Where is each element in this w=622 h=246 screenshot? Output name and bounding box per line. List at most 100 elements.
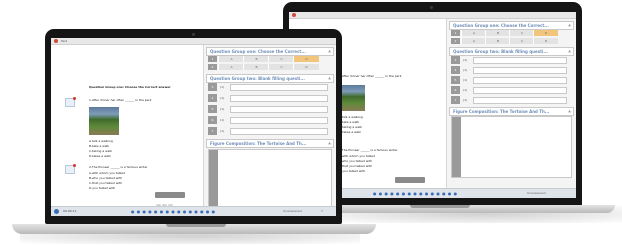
back-close-dot[interactable] (292, 13, 296, 17)
front-question-heading: Question Group one: Choose the Correct a… (89, 85, 171, 89)
front-q1-option-b: B.take a walk (89, 144, 110, 148)
back-answer-pane: Question Group one: Choose the Correct..… (447, 19, 576, 189)
front-choice-option-a[interactable]: A (218, 56, 244, 62)
front-fill-row-6-input[interactable] (230, 117, 328, 124)
front-choice-option-d[interactable]: D (293, 56, 319, 62)
front-q2-option-c: C.that you talked with (89, 181, 123, 185)
back-titlebar (289, 12, 576, 19)
back-fill-row-3-input[interactable] (473, 57, 567, 64)
back-fill-row-5: 5 (1) (451, 76, 571, 84)
front-choice-option-d[interactable]: D (293, 64, 319, 70)
front-group2-title: Question Group two: Blank filling questi… (210, 76, 305, 81)
front-q1-option-c: C.taking a walk (89, 149, 113, 153)
back-fill-row-6-input[interactable] (473, 87, 567, 94)
front-fill-row-5-input[interactable] (230, 106, 328, 113)
back-fill-row-6: 6 (1) (451, 86, 571, 94)
front-laptop-camera (192, 33, 195, 36)
front-fill-row-4-number: 4 (208, 94, 217, 102)
back-composition-area[interactable] (451, 116, 572, 178)
front-fill-row-4-label: (1) (220, 96, 225, 100)
front-group3-collapse-icon[interactable]: ▲ (328, 141, 331, 146)
back-fill-row-3-number: 3 (451, 56, 460, 64)
back-choice-option-c[interactable]: C (509, 30, 534, 36)
front-choice-option-a[interactable]: A (218, 64, 244, 70)
front-group2-header[interactable]: Question Group two: Blank filling questi… (206, 74, 334, 83)
front-composition-number (209, 150, 218, 206)
back-q2-option-c: C.that you talked with (339, 164, 373, 168)
back-group3-title: Figure Composition: The Tortoise And Th.… (453, 109, 550, 114)
back-fill-row-4: 4 (1) (451, 66, 571, 74)
back-fill-row-5-input[interactable] (473, 77, 567, 84)
back-group2-title: Question Group two: Blank filling questi… (453, 49, 548, 54)
front-taskbar: 00:09:11 ● ● ● ● ● ● ● ● ● ● ● ● ● ● ● U… (51, 206, 336, 216)
back-choice-option-d[interactable]: D (533, 30, 558, 36)
front-fill-row-5-label: (1) (220, 107, 225, 111)
front-fill-row-7-input[interactable] (230, 128, 328, 135)
front-q1-flag-icon (73, 97, 76, 100)
back-fill-row-5-number: 5 (451, 76, 460, 84)
front-status-count: 7 (321, 209, 323, 213)
front-composition-area[interactable] (208, 149, 332, 207)
back-choice-row-1-number: 1 (451, 30, 460, 36)
front-fill-row-4-input[interactable] (230, 95, 328, 102)
front-group1-collapse-icon[interactable]: ▲ (328, 49, 331, 54)
back-fill-row-3: 3 (1) (451, 56, 571, 64)
back-fill-row-6-number: 6 (451, 86, 460, 94)
back-taskbar-icons[interactable]: ● ● ● ● ● ● ● ● ● ● ● ● ● ● ● (373, 191, 458, 196)
back-choice-row-2-number: 2 (451, 38, 460, 44)
back-choice-row-1: 1 A B C D (451, 30, 559, 36)
front-start-icon[interactable] (54, 209, 59, 214)
front-group1-header[interactable]: Question Group one: Choose the Correct..… (206, 47, 334, 56)
back-fill-row-3-label: (1) (463, 58, 468, 62)
back-group1-header[interactable]: Question Group one: Choose the Correct..… (449, 21, 574, 30)
back-status-text: Unanswered (527, 191, 546, 195)
back-choice-option-b[interactable]: B (485, 38, 510, 44)
front-q2-flag-icon (73, 164, 76, 167)
back-group2-header[interactable]: Question Group two: Blank filling questi… (449, 47, 574, 56)
front-q2-option-d: D.you talked with (89, 186, 116, 190)
front-fill-row-3-label: (1) (220, 85, 225, 89)
front-fill-row-3-number: 3 (208, 83, 217, 91)
back-choice-option-c[interactable]: C (509, 38, 534, 44)
back-fill-row-4-label: (1) (463, 68, 468, 72)
back-fill-row-6-label: (1) (463, 88, 468, 92)
back-nav-controls[interactable]: ◂▸+ (395, 177, 425, 193)
front-close-dot[interactable] (54, 39, 58, 43)
back-group1-collapse-icon[interactable]: ▲ (568, 23, 571, 28)
back-choice-option-a[interactable]: A (461, 30, 486, 36)
back-q1-option-a: A.talk a walking (339, 115, 363, 119)
back-q2-option-d: D.you talked with (339, 169, 366, 173)
front-q1-option-d: D.takes a walk (89, 154, 111, 158)
back-group3-header[interactable]: Figure Composition: The Tortoise And Th.… (449, 107, 574, 116)
front-choice-row-1-number: 1 (208, 56, 217, 62)
back-photo (339, 85, 365, 111)
back-q1-text: 1.After dinner her often ______ in the p… (339, 74, 402, 78)
front-nav-controls[interactable]: ◂▸+ (155, 192, 185, 208)
front-group1-title: Question Group one: Choose the Correct..… (210, 49, 306, 54)
back-choice-option-d[interactable]: D (533, 38, 558, 44)
front-choice-option-c[interactable]: C (268, 56, 294, 62)
front-fill-row-7-label: (1) (220, 129, 225, 133)
front-fill-row-3-input[interactable] (230, 84, 328, 91)
front-q2-audio-icon[interactable] (65, 164, 76, 174)
front-window-title: Test (61, 39, 67, 43)
back-q2-option-b: B.who you talked with (339, 159, 373, 163)
back-q2-text: 2.The Pioneer ______ is a famous writer (339, 148, 398, 152)
back-group3-collapse-icon[interactable]: ▲ (568, 109, 571, 114)
back-fill-row-7-label: (1) (463, 98, 468, 102)
front-q1-audio-icon[interactable] (65, 97, 76, 107)
front-choice-option-c[interactable]: C (268, 64, 294, 70)
front-choice-option-b[interactable]: B (243, 56, 269, 62)
back-fill-row-4-input[interactable] (473, 67, 567, 74)
front-choice-row-2: 2 A B C D (208, 64, 320, 70)
front-taskbar-icons[interactable]: ● ● ● ● ● ● ● ● ● ● ● ● ● ● ● (131, 209, 216, 214)
back-fill-row-7-input[interactable] (473, 97, 567, 104)
front-q1-text: 1.After dinner her often ______ in the p… (89, 98, 152, 102)
front-choice-option-b[interactable]: B (243, 64, 269, 70)
front-group3-header[interactable]: Figure Composition: The Tortoise And Th.… (206, 139, 334, 148)
front-fill-row-3: 3 (1) (208, 83, 332, 91)
back-choice-option-b[interactable]: B (485, 30, 510, 36)
front-group2-collapse-icon[interactable]: ▲ (328, 76, 331, 81)
back-choice-option-a[interactable]: A (461, 38, 486, 44)
back-group2-collapse-icon[interactable]: ▲ (568, 49, 571, 54)
